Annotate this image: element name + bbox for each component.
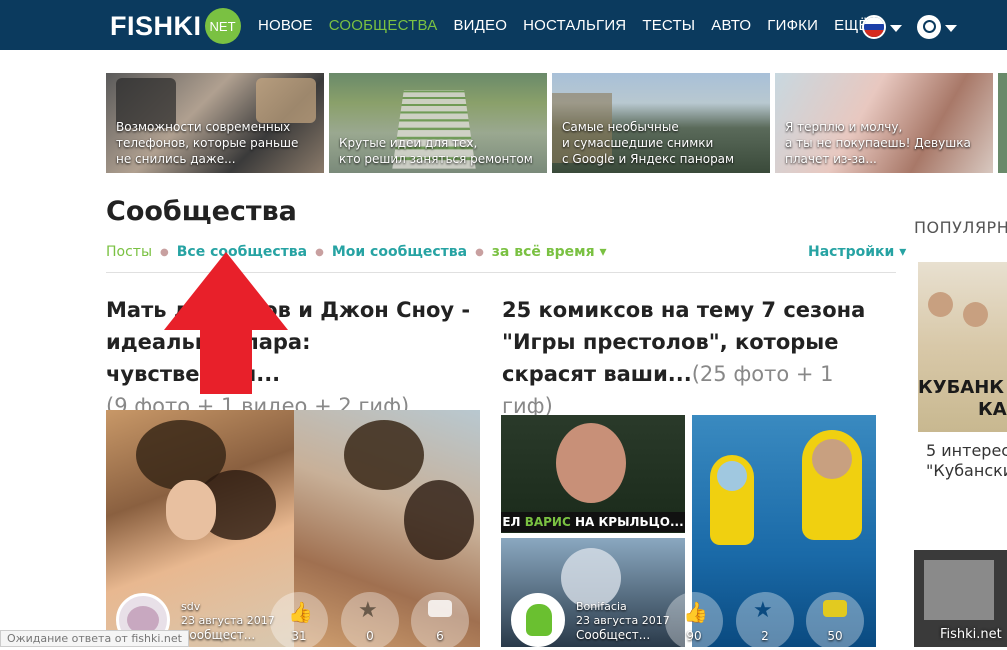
like-button[interactable]: 👍 90 bbox=[665, 592, 723, 650]
comic-caption-highlight: ВАРИС bbox=[524, 515, 571, 529]
nav-item-nostalgia[interactable]: НОСТАЛЬГИЯ bbox=[523, 17, 626, 34]
nav-item-auto[interactable]: АВТО bbox=[711, 17, 751, 34]
teaser-caption: Крутые идеи для тех, кто решил заняться … bbox=[339, 136, 533, 166]
separator-dot: ● bbox=[475, 246, 484, 258]
settings-dropdown[interactable]: Настройки ▾ bbox=[808, 244, 906, 260]
nav-item-new[interactable]: НОВОЕ bbox=[258, 17, 313, 34]
author-info: Bonifacia 23 августа 2017 Сообщест... bbox=[576, 600, 670, 642]
star-icon: ★ bbox=[753, 598, 773, 623]
site-logo[interactable]: FISHKI NET bbox=[110, 8, 241, 44]
sidebar-item-line: "Кубански bbox=[926, 461, 1007, 480]
comment-count: 6 bbox=[436, 629, 444, 643]
favorite-button[interactable]: ★ 0 bbox=[341, 592, 399, 650]
teaser-card[interactable] bbox=[998, 73, 1007, 173]
post-community[interactable]: Сообщест... bbox=[576, 628, 670, 642]
sidebar-title: ПОПУЛЯРНО bbox=[914, 218, 1007, 237]
sidebar-image-text-line: КА bbox=[978, 399, 1007, 420]
sidebar-image-text: КУБАНК КА bbox=[918, 377, 1007, 421]
nav-item-gifs[interactable]: ГИФКИ bbox=[767, 17, 818, 34]
post-title-line: Мать драконов и Джон Сноу - bbox=[106, 298, 471, 322]
favorite-button[interactable]: ★ 2 bbox=[736, 592, 794, 650]
comment-icon bbox=[428, 600, 452, 617]
teaser-caption: Возможности современных телефонов, котор… bbox=[116, 120, 299, 166]
teaser-card[interactable]: Самые необычные и сумасшедшие снимки с G… bbox=[552, 73, 770, 173]
post-date: 23 августа 2017 bbox=[181, 614, 275, 627]
comments-button[interactable]: 50 bbox=[806, 592, 864, 650]
top-navbar: FISHKI NET НОВОЕ СООБЩЕСТВА ВИДЕО НОСТАЛ… bbox=[0, 0, 1007, 50]
thumbs-up-icon: 👍 bbox=[683, 600, 708, 624]
sidebar-item-title[interactable]: 5 интерес "Кубански bbox=[926, 441, 1007, 481]
comments-button[interactable]: 6 bbox=[411, 592, 469, 650]
filter-posts[interactable]: Посты bbox=[106, 244, 152, 260]
comment-icon bbox=[823, 600, 847, 617]
separator-dot: ● bbox=[315, 246, 324, 258]
teaser-card[interactable]: Крутые идеи для тех, кто решил заняться … bbox=[329, 73, 547, 173]
teaser-caption: Я терплю и молчу, а ты не покупаешь! Дев… bbox=[785, 120, 971, 166]
post-community[interactable]: Сообщест... bbox=[181, 628, 275, 642]
post-title-line: 25 комиксов на тему 7 сезона bbox=[502, 298, 866, 322]
russia-flag-icon[interactable] bbox=[862, 15, 886, 39]
author-info: sdv 23 августа 2017 Сообщест... bbox=[181, 600, 275, 642]
post-title-line: "Игры престолов", которые bbox=[502, 330, 839, 354]
post-title[interactable]: Мать драконов и Джон Сноу - идеальная па… bbox=[106, 294, 476, 422]
post-image[interactable]: ЕЛ ВАРИС НА КРЫЛЬЦО... bbox=[501, 415, 685, 533]
post-date: 23 августа 2017 bbox=[576, 614, 670, 627]
comment-count: 50 bbox=[827, 629, 843, 643]
arrow-up-icon bbox=[164, 252, 288, 394]
nav-item-video[interactable]: ВИДЕО bbox=[453, 17, 507, 34]
favorite-count: 2 bbox=[761, 629, 769, 643]
logo-text: FISHKI bbox=[110, 10, 202, 41]
comic-caption: ЕЛ ВАРИС НА КРЫЛЬЦО... bbox=[501, 512, 685, 532]
post-title[interactable]: 25 комиксов на тему 7 сезона "Игры прест… bbox=[502, 294, 882, 422]
nav-item-tests[interactable]: ТЕСТЫ bbox=[642, 17, 695, 34]
sidebar-image[interactable]: КУБАНК КА bbox=[918, 262, 1007, 432]
filter-time-dropdown[interactable]: за всё время ▾ bbox=[492, 244, 607, 260]
favorite-count: 0 bbox=[366, 629, 374, 643]
post-title-line: скрасят ваши... bbox=[502, 362, 692, 386]
filter-my-communities[interactable]: Мои сообщества bbox=[332, 244, 467, 260]
star-icon: ★ bbox=[358, 598, 378, 623]
watermark: Fishki.net bbox=[940, 627, 1002, 642]
browser-status-bar: Ожидание ответа от fishki.net bbox=[0, 630, 189, 647]
sidebar-image-text-line: КУБАНК bbox=[918, 377, 1005, 398]
avatar[interactable] bbox=[511, 593, 565, 647]
author-name[interactable]: Bonifacia bbox=[576, 600, 670, 614]
logo-badge: NET bbox=[204, 8, 241, 44]
main-nav: НОВОЕ СООБЩЕСТВА ВИДЕО НОСТАЛЬГИЯ ТЕСТЫ … bbox=[258, 17, 885, 34]
teaser-card[interactable]: Возможности современных телефонов, котор… bbox=[106, 73, 324, 173]
like-count: 31 bbox=[291, 629, 307, 643]
like-count: 90 bbox=[686, 629, 702, 643]
thumbs-up-icon: 👍 bbox=[288, 600, 313, 624]
chevron-down-icon[interactable] bbox=[945, 25, 957, 32]
teaser-caption: Самые необычные и сумасшедшие снимки с G… bbox=[562, 120, 735, 166]
sidebar-item-line: 5 интерес bbox=[926, 441, 1007, 460]
comic-caption-part: НА КРЫЛЬЦО... bbox=[570, 515, 684, 529]
like-button[interactable]: 👍 31 bbox=[270, 592, 328, 650]
chevron-down-icon[interactable] bbox=[890, 25, 902, 32]
nav-item-communities[interactable]: СООБЩЕСТВА bbox=[329, 17, 438, 34]
author-name[interactable]: sdv bbox=[181, 600, 275, 614]
page-title: Сообщества bbox=[106, 196, 297, 227]
post-title-line: идеальная пара: чувственная... bbox=[106, 330, 311, 386]
comic-caption-part: ЕЛ bbox=[502, 515, 525, 529]
search-icon[interactable] bbox=[917, 15, 941, 39]
teaser-card[interactable]: Я терплю и молчу, а ты не покупаешь! Дев… bbox=[775, 73, 993, 173]
